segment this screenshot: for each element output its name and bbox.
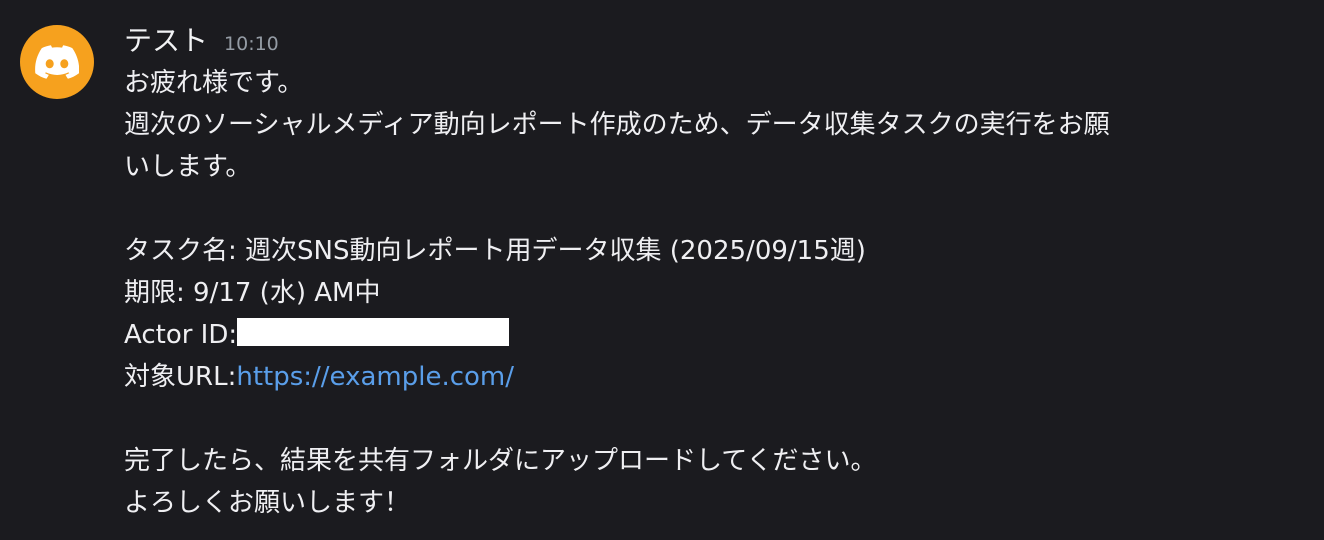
task-name-line: タスク名: 週次SNS動向レポート用データ収集 (2025/09/15週) xyxy=(124,236,866,266)
completion-line: 完了したら、結果を共有フォルダにアップロードしてください。 xyxy=(124,446,877,476)
user-avatar[interactable] xyxy=(20,25,94,99)
actor-id-line: Actor ID: xyxy=(124,314,1304,356)
timestamp[interactable]: 10:10 xyxy=(224,23,279,65)
message-content: テスト 10:10 お疲れ様です。 週次のソーシャルメディア動向レポート作成のた… xyxy=(124,20,1304,524)
target-url-label: 対象URL: xyxy=(124,362,237,392)
deadline-line: 期限: 9/17 (水) AM中 xyxy=(124,278,381,308)
redacted-actor-id xyxy=(237,318,510,346)
target-url-line: 対象URL:https://example.com/ xyxy=(124,356,1304,398)
chat-message: テスト 10:10 お疲れ様です。 週次のソーシャルメディア動向レポート作成のた… xyxy=(0,0,1324,540)
greeting-line: お疲れ様です。 xyxy=(124,68,304,98)
username[interactable]: テスト xyxy=(124,20,208,62)
actor-id-label: Actor ID: xyxy=(124,320,238,350)
discord-logo-icon xyxy=(35,45,79,79)
closing-line: よろしくお願いします！ xyxy=(124,488,411,518)
message-header: テスト 10:10 xyxy=(124,20,1304,62)
message-body: お疲れ様です。 週次のソーシャルメディア動向レポート作成のため、データ収集タスク… xyxy=(124,62,1304,524)
target-url-link[interactable]: https://example.com/ xyxy=(236,362,514,392)
request-line-2: いします。 xyxy=(124,152,252,182)
request-line-1: 週次のソーシャルメディア動向レポート作成のため、データ収集タスクの実行をお願 xyxy=(124,110,1110,140)
